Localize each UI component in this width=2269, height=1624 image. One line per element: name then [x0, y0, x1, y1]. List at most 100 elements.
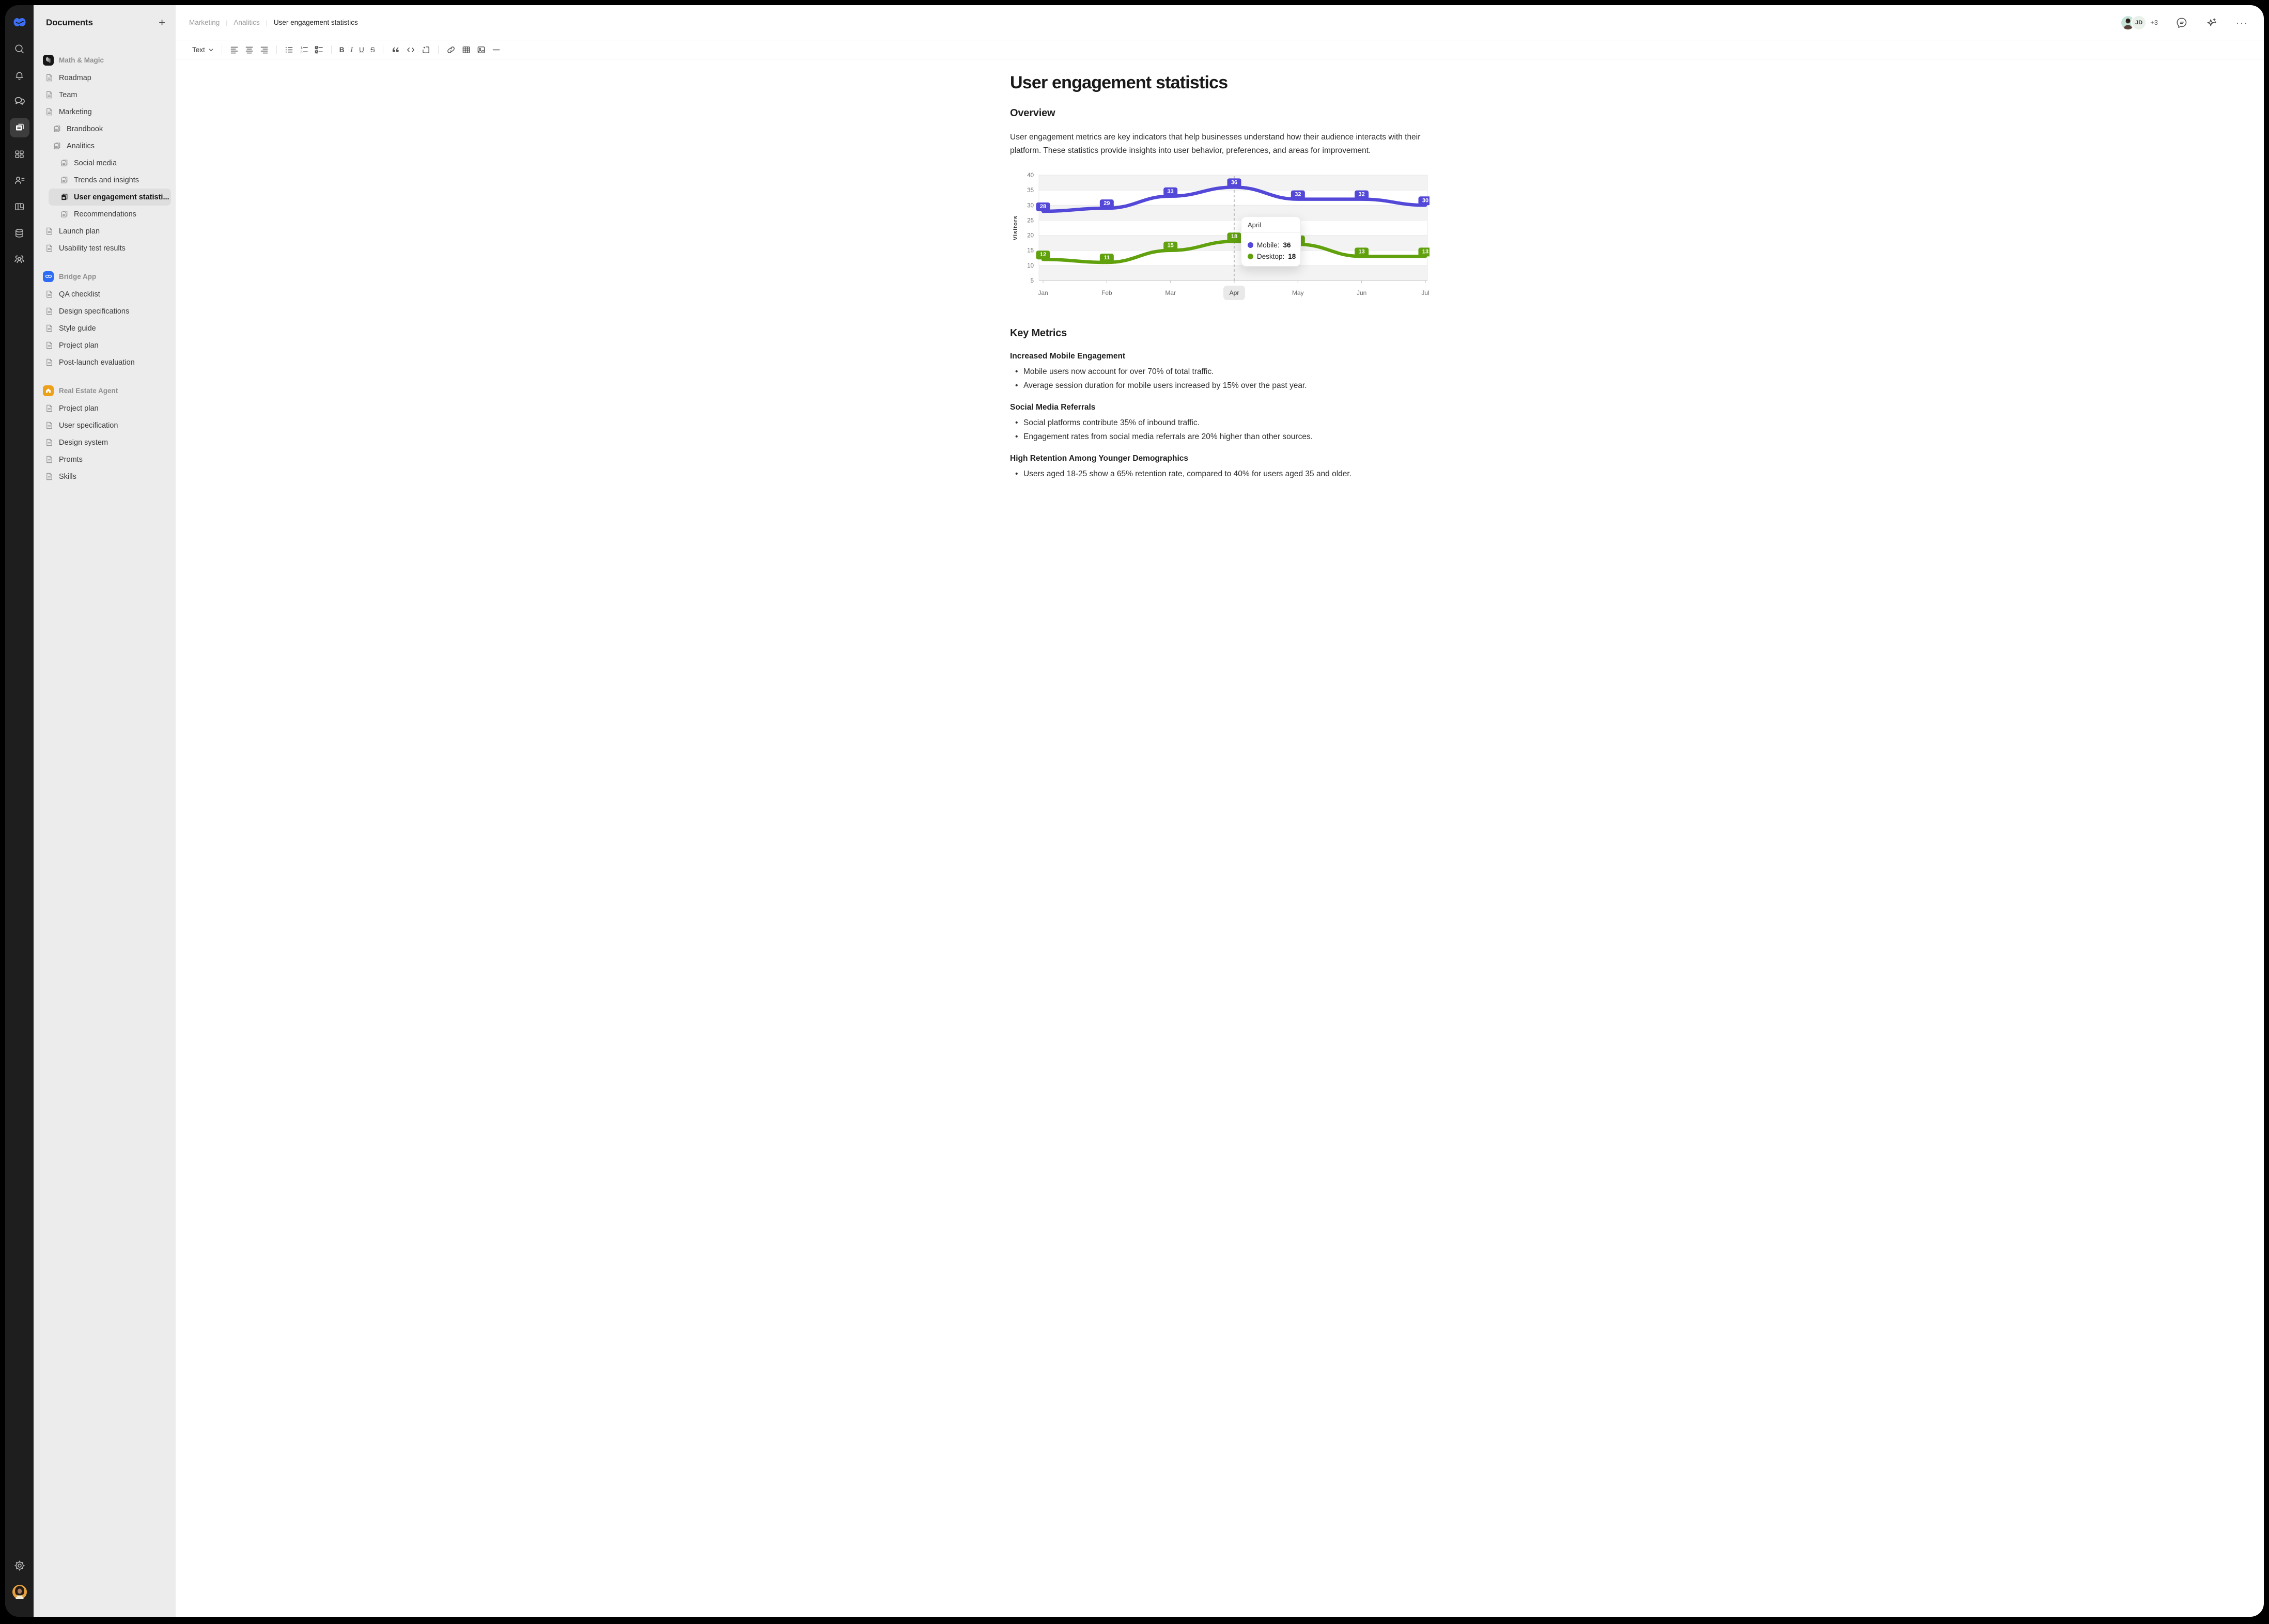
toolbar-group: BIUS [336, 44, 378, 55]
table-button[interactable] [459, 44, 473, 56]
toolbar-group [443, 44, 504, 56]
quote-button[interactable] [388, 44, 402, 56]
document-icon [45, 438, 54, 447]
numbered-list-button[interactable]: 1.2. [297, 44, 311, 56]
document-icon [60, 176, 69, 184]
document-tree: Math & MagicRoadmapTeamMarketingBrandboo… [34, 50, 176, 485]
sidebar-item-brandbook[interactable]: Brandbook [34, 120, 176, 137]
more-menu-button[interactable]: ··· [2236, 20, 2248, 25]
rail-settings[interactable] [10, 1556, 29, 1575]
document-icon [45, 358, 54, 367]
sidebar-item-roadmap[interactable]: Roadmap [34, 69, 176, 86]
bullet-item: Average session duration for mobile user… [1010, 381, 1429, 391]
sidebar-section-math-magic[interactable]: Math & Magic [34, 51, 176, 69]
sidebar-item-usability-test-results[interactable]: Usability test results [34, 240, 176, 257]
data-label-value: 36 [1231, 179, 1237, 185]
document-icon [45, 307, 54, 316]
overview-heading: Overview [1010, 107, 1429, 119]
toolbar-group [388, 44, 433, 56]
x-tick-label: Jun [1357, 289, 1366, 296]
sidebar-item-trends-and-insights[interactable]: Trends and insights [34, 171, 176, 189]
sidebar-item-label: Design specifications [59, 307, 129, 316]
sidebar-item-user-specification[interactable]: User specification [34, 417, 176, 434]
series-dot [1248, 254, 1253, 259]
underline-button[interactable]: U [356, 44, 367, 55]
document-icon [45, 404, 54, 413]
sidebar-section-bridge-app[interactable]: Bridge App [34, 267, 176, 286]
rail-search[interactable] [10, 39, 29, 58]
sidebar-item-team[interactable]: Team [34, 86, 176, 103]
svg-text:1.: 1. [300, 46, 303, 50]
strikethrough-button[interactable]: S [368, 44, 378, 55]
rail-profile-avatar[interactable] [10, 1582, 29, 1602]
breadcrumb-item-user-engagement-statistics[interactable]: User engagement statistics [274, 19, 358, 26]
text-style-dropdown[interactable]: Text [190, 44, 216, 55]
section-label: Real Estate Agent [59, 387, 118, 395]
rail-documents-active[interactable] [10, 118, 29, 137]
sidebar-item-social-media[interactable]: Social media [34, 154, 176, 171]
comments-button[interactable] [2177, 17, 2187, 28]
ai-assistant-button[interactable] [2206, 17, 2217, 28]
collaborators-more-count: +3 [2150, 19, 2158, 26]
sidebar-item-user-engagement-statisti[interactable]: User engagement statisti... [49, 189, 171, 206]
italic-button[interactable]: I [348, 44, 356, 55]
bold-button[interactable]: B [337, 44, 347, 55]
sidebar-item-project-plan[interactable]: Project plan [34, 337, 176, 354]
sidebar-item-launch-plan[interactable]: Launch plan [34, 223, 176, 240]
rail-boards[interactable] [10, 197, 29, 216]
breadcrumb-item-analitics[interactable]: Analitics [234, 19, 259, 26]
collaborator-avatar-jd[interactable]: JD [2131, 15, 2147, 30]
sidebar-item-label: Post-launch evaluation [59, 358, 135, 367]
sidebar-item-skills[interactable]: Skills [34, 468, 176, 485]
sidebar-item-label: Style guide [59, 324, 96, 333]
sidebar-section-real-estate-agent[interactable]: Real Estate Agent [34, 381, 176, 400]
sidebar-item-post-launch-evaluation[interactable]: Post-launch evaluation [34, 354, 176, 371]
align-left-button[interactable] [227, 44, 241, 56]
data-label-value: 13 [1359, 248, 1365, 255]
sidebar-item-promts[interactable]: Promts [34, 451, 176, 468]
sidebar-item-design-specifications[interactable]: Design specifications [34, 303, 176, 320]
sidebar-item-marketing[interactable]: Marketing [34, 103, 176, 120]
document-icon [45, 472, 54, 481]
bold-icon: B [339, 46, 345, 54]
tooltip-body: Mobile:36Desktop:18 [1241, 233, 1300, 266]
code-button[interactable] [403, 44, 418, 56]
sidebar-item-project-plan[interactable]: Project plan [34, 400, 176, 417]
sidebar-item-recommendations[interactable]: Recommendations [34, 206, 176, 223]
rail-database[interactable] [10, 223, 29, 243]
align-center-button[interactable] [242, 44, 256, 56]
rail-team[interactable] [10, 249, 29, 269]
sidebar-item-style-guide[interactable]: Style guide [34, 320, 176, 337]
document-icon [45, 421, 54, 430]
sidebar-item-analitics[interactable]: Analitics [34, 137, 176, 154]
breadcrumb-separator: | [226, 19, 227, 26]
image-button[interactable] [474, 44, 488, 56]
app-logo-icon [12, 14, 27, 30]
subsection-heading: Social Media Referrals [1010, 403, 1429, 412]
data-label-value: 28 [1040, 204, 1046, 210]
rail-app-logo[interactable] [10, 12, 29, 32]
rail-contacts[interactable] [10, 170, 29, 190]
rail-chat[interactable] [10, 91, 29, 111]
y-tick-label: 35 [1027, 188, 1034, 194]
rail-apps-grid[interactable] [10, 144, 29, 164]
code-block-button[interactable] [419, 44, 433, 56]
check-list-button[interactable] [312, 44, 326, 56]
strikethrough-icon: S [370, 46, 375, 54]
breadcrumb-item-marketing[interactable]: Marketing [189, 19, 220, 26]
sidebar-item-qa-checklist[interactable]: QA checklist [34, 286, 176, 303]
divider-button[interactable] [489, 44, 503, 56]
document-canvas[interactable]: User engagement statistics Overview User… [176, 59, 2264, 1617]
sidebar-item-label: Trends and insights [74, 176, 139, 184]
search-icon [13, 43, 25, 55]
tooltip-label: Desktop: [1257, 253, 1284, 260]
engagement-chart[interactable]: 510152025303540VisitorsJanFebMarAprMayJu… [1010, 171, 1429, 307]
add-document-button[interactable]: + [159, 18, 165, 27]
x-tick-label: May [1292, 289, 1304, 296]
documents-sidebar: Documents + Math & MagicRoadmapTeamMarke… [34, 5, 176, 1617]
align-right-button[interactable] [257, 44, 271, 56]
link-button[interactable] [444, 44, 458, 56]
sidebar-item-design-system[interactable]: Design system [34, 434, 176, 451]
bullet-list-button[interactable] [282, 44, 296, 56]
rail-notifications[interactable] [10, 65, 29, 85]
